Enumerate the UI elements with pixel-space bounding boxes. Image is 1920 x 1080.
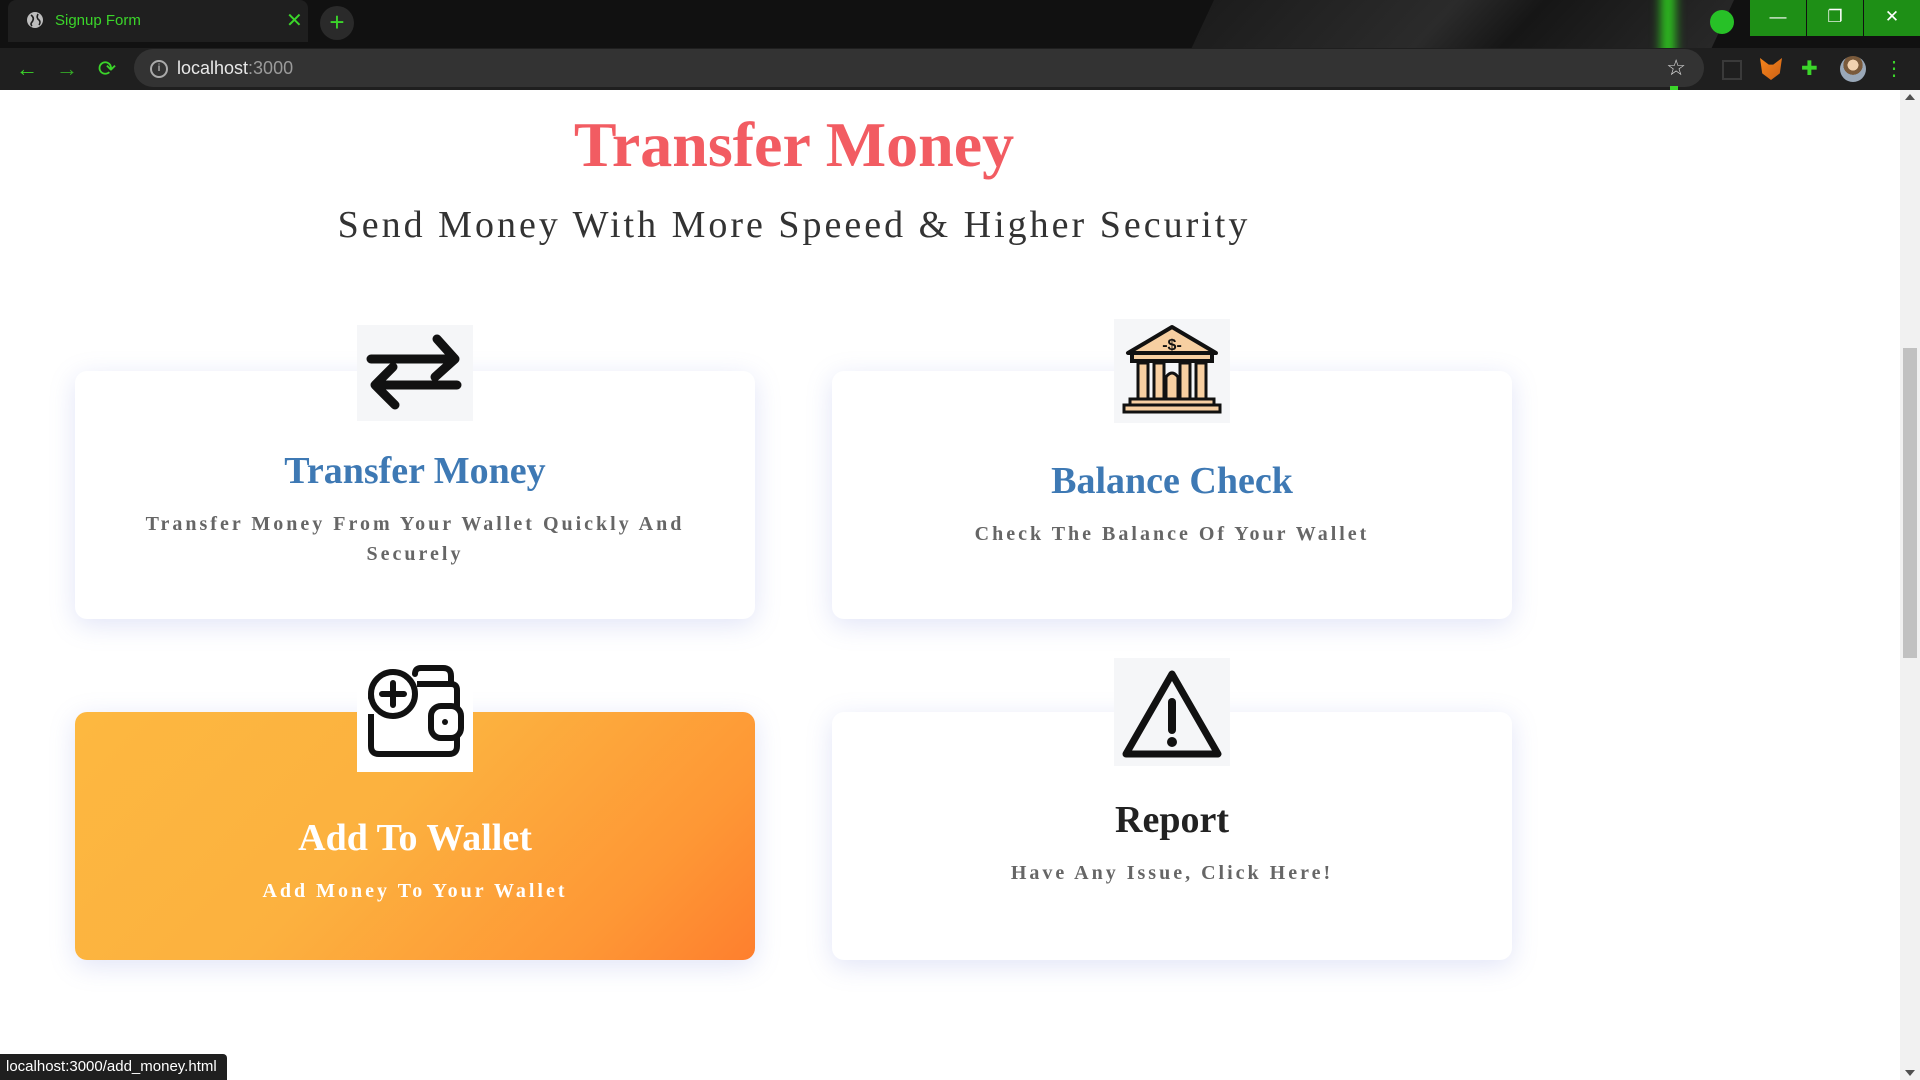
minimize-button[interactable]: — [1750,0,1806,36]
url-port: :3000 [248,58,294,78]
page-subtitle: Send Money With More Speeed & Higher Sec… [337,204,1251,246]
address-bar[interactable]: i localhost:3000 ☆ [134,49,1704,90]
back-button[interactable]: ← [12,54,42,84]
site-info-icon[interactable]: i [150,60,168,78]
maximize-button[interactable]: ❐ [1807,0,1863,36]
card-title: Balance Check [1051,460,1293,502]
page-title: Transfer Money [573,109,1015,180]
scroll-up-arrow-icon[interactable] [1905,94,1915,100]
url-host: localhost [177,58,249,78]
add-to-wallet-card[interactable]: Add To Wallet Add Money To Your Wallet [75,654,755,960]
vpn-extension-icon[interactable] [1710,10,1734,34]
card-description: Have Any Issue, Click Here! [1010,862,1334,884]
address-url[interactable]: localhost:3000 [177,58,293,79]
card-description: Add Money To Your Wallet [262,880,568,902]
browser-toolbar: ← → ⟳ i localhost:3000 ☆ ✚ ⋮ [0,48,1920,90]
page-viewport: Transfer Money Send Money With More Spee… [0,90,1900,1080]
card-description: Check The Balance Of Your Wallet [974,523,1370,545]
profile-avatar[interactable] [1840,56,1866,82]
card-title: Report [1115,799,1229,841]
extensions-puzzle-icon[interactable]: ✚ [1801,58,1823,80]
tab-title: Signup Form [55,12,141,29]
new-tab-button[interactable]: + [320,6,354,40]
browser-menu-icon[interactable]: ⋮ [1884,58,1906,80]
bank-icon: -$- [1114,319,1230,423]
browser-tabstrip: Signup Form ✕ + — ❐ ✕ [0,0,1920,48]
warning-icon [1114,658,1230,766]
globe-icon [27,12,43,28]
card-description: Transfer Money From Your Wallet Quickly … [145,513,685,565]
scroll-down-arrow-icon[interactable] [1905,1070,1915,1076]
tab-close-icon[interactable]: ✕ [286,8,303,33]
close-window-button[interactable]: ✕ [1864,0,1920,36]
card-title: Add To Wallet [298,817,532,859]
report-card[interactable]: Report Have Any Issue, Click Here! [832,658,1512,960]
forward-button[interactable]: → [52,54,82,84]
browser-tab[interactable]: Signup Form ✕ [8,0,308,42]
wallet-add-icon [357,654,473,772]
balance-check-card[interactable]: -$- Balance Check Check The Balance Of Y… [832,319,1512,619]
arrows-exchange-icon [357,325,473,421]
reload-button[interactable]: ⟳ [92,54,122,84]
metamask-fox-icon[interactable] [1760,58,1782,80]
status-bar-url: localhost:3000/add_money.html [0,1054,227,1080]
background-glow [1655,0,1681,48]
page-scrollbar[interactable] [1900,90,1920,1080]
transfer-money-card[interactable]: Transfer Money Transfer Money From Your … [75,325,755,619]
card-title: Transfer Money [284,450,546,492]
extension-icon[interactable] [1722,60,1742,80]
scrollbar-thumb[interactable] [1903,348,1917,658]
bookmark-star-icon[interactable]: ☆ [1666,55,1686,81]
